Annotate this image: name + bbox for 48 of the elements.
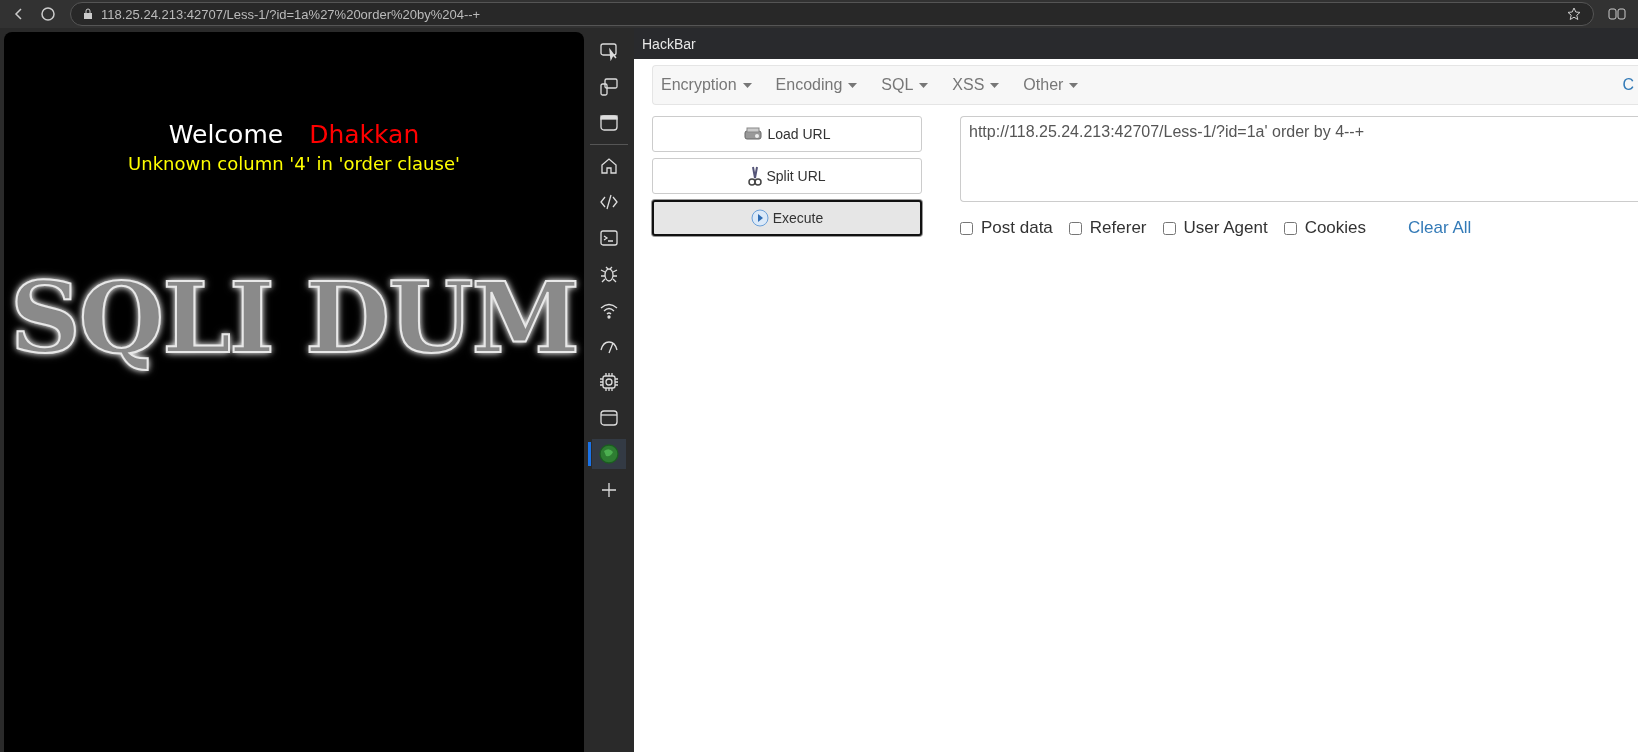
- scissors-icon: [748, 166, 763, 186]
- action-button[interactable]: Execute: [652, 200, 922, 236]
- device-icon: [599, 77, 619, 97]
- option-checkbox[interactable]: [1068, 221, 1082, 235]
- option-checkbox[interactable]: [960, 221, 973, 235]
- menu-dropdown[interactable]: SQL: [881, 76, 939, 94]
- option-label: Cookies: [1304, 218, 1367, 238]
- error-message: Unknown column '4' in 'order clause': [128, 153, 460, 174]
- clear-all-link[interactable]: Clear All: [1408, 218, 1472, 238]
- option-label: Post data: [981, 218, 1053, 238]
- extensions-icon[interactable]: [1608, 7, 1626, 21]
- reload-icon[interactable]: [40, 6, 56, 22]
- window-icon: [599, 408, 619, 428]
- terminal-icon: [599, 228, 619, 248]
- star-icon[interactable]: [1567, 7, 1581, 21]
- play-icon: [750, 209, 769, 227]
- caret-icon: [990, 82, 1000, 88]
- menu-dropdown[interactable]: Encryption: [661, 76, 762, 94]
- caret-icon: [919, 82, 929, 88]
- address-bar[interactable]: 118.25.24.213:42707/Less-1/?id=1a%27%20order%20by%204--+: [70, 2, 1594, 26]
- caret-icon: [742, 82, 752, 88]
- window-icon: [599, 113, 619, 133]
- bug-icon: [599, 264, 619, 284]
- option-checkbox[interactable]: [1283, 221, 1297, 235]
- menu-dropdown[interactable]: Other: [1023, 76, 1089, 94]
- logo-text: SQLI DUM: [10, 260, 578, 375]
- action-button[interactable]: Load URL: [652, 116, 922, 152]
- lock-icon: [83, 8, 93, 20]
- caret-icon: [848, 82, 858, 88]
- menu-dropdown[interactable]: XSS: [952, 76, 1010, 94]
- option-label: User Agent: [1183, 218, 1268, 238]
- chip-icon: [599, 372, 619, 392]
- user-name: Dhakkan: [309, 120, 420, 149]
- option-label: Referer: [1089, 218, 1147, 238]
- welcome-text: Welcome: [168, 120, 284, 149]
- code-icon: [599, 192, 619, 212]
- plus-icon: [599, 480, 619, 500]
- url-field[interactable]: http://118.25.24.213:42707/Less-1/?id=1a' order by 4--+: [960, 116, 1638, 202]
- action-button[interactable]: Split URL: [652, 158, 922, 194]
- disk-drive-icon: [743, 126, 764, 142]
- option-checkbox[interactable]: [1162, 221, 1176, 235]
- cursor-icon: [599, 41, 619, 61]
- home-icon: [599, 156, 619, 176]
- caret-icon: [1069, 82, 1079, 88]
- menu-link[interactable]: C: [1618, 76, 1638, 94]
- globe-icon: [599, 444, 619, 464]
- panel-title: HackBar: [634, 28, 1638, 59]
- menu-dropdown[interactable]: Encoding: [775, 76, 868, 94]
